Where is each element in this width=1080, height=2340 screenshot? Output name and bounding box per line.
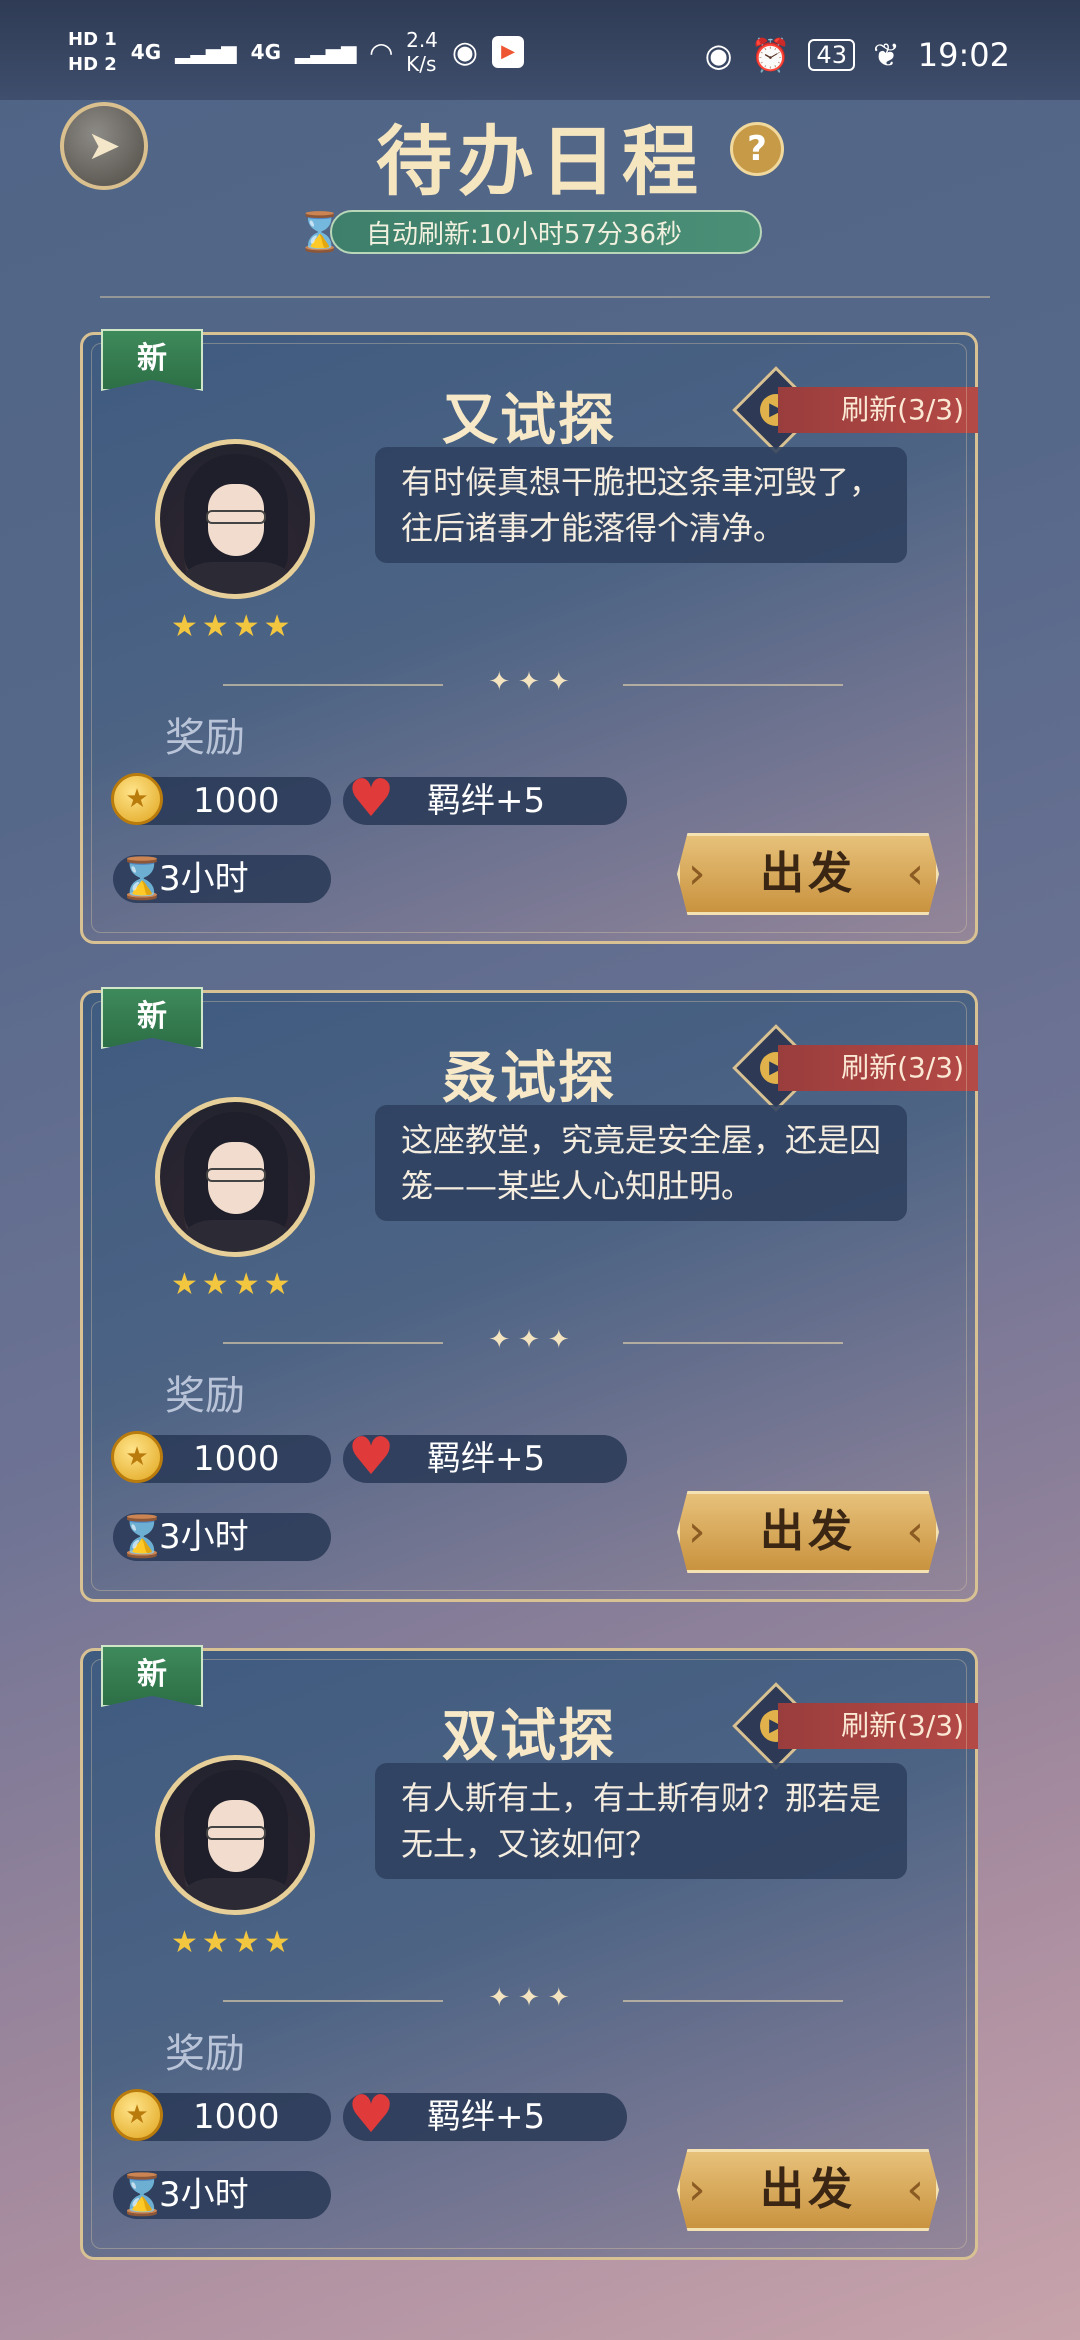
ornament-divider: ✦✦✦ bbox=[223, 1325, 843, 1355]
duration: ⌛ 3小时 bbox=[113, 855, 331, 903]
coin-icon: ★ bbox=[111, 773, 163, 825]
header-divider bbox=[100, 296, 990, 298]
bond-reward: ♥ 羁绊+5 bbox=[343, 1429, 627, 1485]
battery-indicator: 43 bbox=[808, 39, 855, 71]
network-label-1: 4G bbox=[130, 40, 162, 64]
refresh-button[interactable]: 刷新(3/3) bbox=[778, 387, 978, 433]
hourglass-icon: ⌛ bbox=[117, 2172, 167, 2218]
star-rating: ★★★★ bbox=[171, 609, 295, 644]
page-title: 待办日程 bbox=[376, 117, 704, 206]
coin-icon: ★ bbox=[111, 2089, 163, 2141]
duration: ⌛ 3小时 bbox=[113, 2171, 331, 2219]
coin-amount: 1000 bbox=[193, 781, 280, 821]
coin-reward: ★ 1000 bbox=[111, 1431, 331, 1483]
duration-text: 3小时 bbox=[159, 2175, 249, 2215]
reward-label: 奖励 bbox=[165, 715, 245, 761]
depart-button[interactable]: › 出发 ‹ bbox=[677, 833, 939, 915]
depart-button[interactable]: › 出发 ‹ bbox=[677, 1491, 939, 1573]
hd-indicators: HD 1 HD 2 bbox=[68, 29, 117, 75]
speed-unit: K/s bbox=[406, 52, 437, 76]
status-right: ◉ ⏰ 43 ❦ 19:02 bbox=[705, 36, 1010, 74]
avatar bbox=[155, 439, 315, 599]
chevron-right-icon: ‹ bbox=[906, 2164, 928, 2215]
status-bar: HD 1 HD 2 4G ▂▃▅▆ 4G ▂▃▅▆ ◠ 2.4 K/s ◉ ▶ … bbox=[0, 0, 1080, 100]
wifi-icon: ◠ bbox=[370, 35, 393, 69]
duration-text: 3小时 bbox=[159, 859, 249, 899]
heart-icon: ♥ bbox=[347, 2085, 395, 2145]
leaf-icon: ❦ bbox=[872, 36, 900, 74]
coin-amount: 1000 bbox=[193, 1439, 280, 1479]
app-notification-icon: ▶ bbox=[492, 36, 525, 68]
quote-text: 有人斯有土，有土斯有财？那若是无土，又该如何？ bbox=[375, 1763, 907, 1879]
chevron-left-icon: › bbox=[688, 2164, 710, 2215]
ornament-divider: ✦✦✦ bbox=[223, 667, 843, 697]
status-left: HD 1 HD 2 4G ▂▃▅▆ 4G ▂▃▅▆ ◠ 2.4 K/s ◉ ▶ bbox=[68, 28, 525, 76]
speed-value: 2.4 bbox=[406, 28, 438, 52]
hourglass-icon: ⌛ bbox=[117, 856, 167, 902]
depart-label: 出发 bbox=[760, 848, 856, 899]
chevron-left-icon: › bbox=[688, 1506, 710, 1557]
hd2-label: HD 2 bbox=[68, 54, 117, 75]
star-rating: ★★★★ bbox=[171, 1267, 295, 1302]
task-card: 新 双试探 ▶ 刷新(3/3) ★★★★ 有人斯有土，有土斯有财？那若是无土，又… bbox=[80, 1645, 978, 2260]
heart-icon: ♥ bbox=[347, 769, 395, 829]
reward-label: 奖励 bbox=[165, 2031, 245, 2077]
depart-label: 出发 bbox=[760, 1506, 856, 1557]
alarm-icon: ⏰ bbox=[750, 36, 791, 74]
coin-reward: ★ 1000 bbox=[111, 2089, 331, 2141]
hd1-label: HD 1 bbox=[68, 29, 117, 50]
heart-icon: ♥ bbox=[347, 1427, 395, 1487]
duration-text: 3小时 bbox=[159, 1517, 249, 1557]
bond-amount: 羁绊+5 bbox=[427, 1439, 546, 1479]
auto-refresh-timer: 自动刷新:10小时57分36秒 bbox=[330, 210, 762, 254]
coin-icon: ★ bbox=[111, 1431, 163, 1483]
star-rating: ★★★★ bbox=[171, 1925, 295, 1960]
bond-reward: ♥ 羁绊+5 bbox=[343, 771, 627, 827]
coin-reward: ★ 1000 bbox=[111, 773, 331, 825]
clock-time: 19:02 bbox=[917, 36, 1010, 74]
bond-reward: ♥ 羁绊+5 bbox=[343, 2087, 627, 2143]
chevron-right-icon: ‹ bbox=[906, 848, 928, 899]
hourglass-icon: ⌛ bbox=[117, 1514, 167, 1560]
depart-label: 出发 bbox=[760, 2164, 856, 2215]
weibo-icon: ◉ bbox=[451, 34, 479, 70]
depart-button[interactable]: › 出发 ‹ bbox=[677, 2149, 939, 2231]
refresh-button[interactable]: 刷新(3/3) bbox=[778, 1045, 978, 1091]
ornament-divider: ✦✦✦ bbox=[223, 1983, 843, 2013]
network-speed: 2.4 K/s bbox=[406, 28, 438, 76]
task-card: 新 叒试探 ▶ 刷新(3/3) ★★★★ 这座教堂，究竟是安全屋，还是囚笼——某… bbox=[80, 987, 978, 1602]
coin-amount: 1000 bbox=[193, 2097, 280, 2137]
quote-text: 这座教堂，究竟是安全屋，还是囚笼——某些人心知肚明。 bbox=[375, 1105, 907, 1221]
bond-amount: 羁绊+5 bbox=[427, 2097, 546, 2137]
quote-text: 有时候真想干脆把这条聿河毁了，往后诸事才能落得个清净。 bbox=[375, 447, 907, 563]
chevron-left-icon: › bbox=[688, 848, 710, 899]
refresh-button[interactable]: 刷新(3/3) bbox=[778, 1703, 978, 1749]
chevron-right-icon: ‹ bbox=[906, 1506, 928, 1557]
bond-amount: 羁绊+5 bbox=[427, 781, 546, 821]
avatar bbox=[155, 1755, 315, 1915]
task-card: 新 又试探 ▶ 刷新(3/3) ★★★★ 有时候真想干脆把这条聿河毁了，往后诸事… bbox=[80, 329, 978, 944]
signal-icon-1: ▂▃▅▆ bbox=[175, 40, 237, 64]
help-button[interactable]: ? bbox=[730, 122, 784, 176]
duration: ⌛ 3小时 bbox=[113, 1513, 331, 1561]
eye-icon: ◉ bbox=[704, 36, 733, 74]
avatar bbox=[155, 1097, 315, 1257]
network-label-2: 4G bbox=[250, 40, 282, 64]
reward-label: 奖励 bbox=[165, 1373, 245, 1419]
signal-icon-2: ▂▃▅▆ bbox=[295, 40, 357, 64]
